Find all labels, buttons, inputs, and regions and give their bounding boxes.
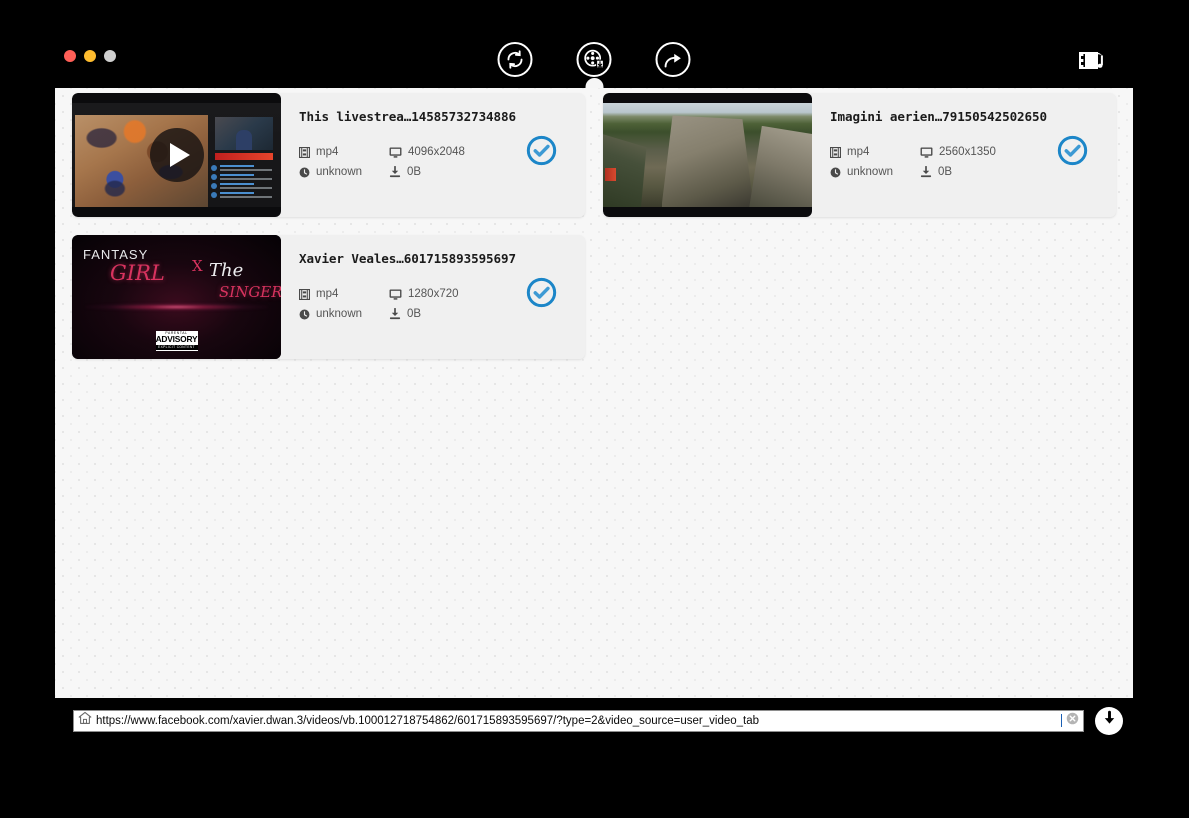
- film-reel-download-icon: [583, 49, 605, 71]
- check-circle-icon: [526, 135, 557, 170]
- monitor-icon: [389, 288, 402, 300]
- download-size-icon: [389, 308, 401, 320]
- cover-text-the: The: [209, 260, 244, 281]
- video-card-info: Imagini aerien…79150542502650 mp4 2560x1…: [812, 93, 1116, 217]
- format-cell: mp4: [830, 146, 920, 158]
- refresh-sync-button[interactable]: [497, 42, 533, 77]
- cover-text-girl: GIRL: [110, 261, 165, 285]
- app-window: This livestrea…14585732734886 mp4 4096x2…: [55, 20, 1133, 698]
- video-title: This livestrea…14585732734886: [299, 109, 516, 124]
- download-arrow-icon: [1101, 710, 1118, 732]
- video-thumbnail[interactable]: FANTASY GIRL X The SINGER PARENTAL ADVIS…: [72, 235, 281, 359]
- resolution-value: 1280x720: [408, 288, 459, 300]
- cover-text-singer: SINGER: [219, 283, 281, 301]
- video-card[interactable]: FANTASY GIRL X The SINGER PARENTAL ADVIS…: [72, 235, 585, 359]
- thumbnail-art-canyon: [603, 103, 812, 207]
- clear-url-button[interactable]: [1066, 712, 1079, 730]
- share-export-button[interactable]: [655, 42, 691, 77]
- clock-icon: [830, 167, 841, 178]
- film-icon: [830, 146, 841, 158]
- duration-value: unknown: [847, 166, 894, 178]
- play-button[interactable]: [149, 128, 204, 182]
- cover-text-fantasy: FANTASY: [83, 247, 149, 262]
- advisory-bottom-text: EXPLICIT CONTENT: [155, 344, 198, 350]
- duration-cell: unknown: [830, 166, 920, 178]
- advisory-main-text: ADVISORY: [155, 334, 198, 345]
- video-title: Xavier Veales…601715893595697: [299, 251, 516, 266]
- home-icon[interactable]: [78, 711, 92, 730]
- minimize-button[interactable]: [84, 50, 96, 62]
- url-text: https://www.facebook.com/xavier.dwan.3/v…: [96, 714, 760, 727]
- monitor-icon: [389, 146, 402, 158]
- download-size-icon: [920, 166, 932, 178]
- comments-list-art: [211, 163, 277, 205]
- webcam-inset-art: [215, 117, 273, 150]
- duration-value: unknown: [316, 308, 363, 320]
- traffic-lights: [64, 50, 116, 62]
- format-value: mp4: [316, 288, 339, 300]
- duration-value: unknown: [316, 166, 363, 178]
- light-flare-art: [84, 303, 269, 312]
- check-circle-icon: [526, 277, 557, 312]
- format-cell: mp4: [299, 288, 389, 300]
- flag-art: [605, 168, 616, 181]
- share-icon: [663, 49, 684, 70]
- select-checkmark-button[interactable]: [526, 135, 557, 166]
- parental-advisory-label: PARENTAL ADVISORY EXPLICIT CONTENT: [155, 330, 198, 351]
- format-cell: mp4: [299, 146, 389, 158]
- video-title: Imagini aerien…79150542502650: [830, 109, 1047, 124]
- format-value: mp4: [316, 146, 339, 158]
- video-card-grid: This livestrea…14585732734886 mp4 4096x2…: [55, 88, 1133, 359]
- format-value: mp4: [847, 146, 870, 158]
- check-circle-icon: [1057, 135, 1088, 170]
- select-checkmark-button[interactable]: [526, 277, 557, 308]
- clock-icon: [299, 309, 310, 320]
- video-card[interactable]: Imagini aerien…79150542502650 mp4 2560x1…: [603, 93, 1116, 217]
- video-thumbnail[interactable]: [603, 93, 812, 217]
- film-icon: [299, 288, 310, 300]
- video-to-audio-button[interactable]: [1077, 50, 1107, 76]
- text-caret: [1061, 714, 1062, 727]
- content-area: This livestrea…14585732734886 mp4 4096x2…: [55, 88, 1133, 698]
- zoom-button[interactable]: [104, 50, 116, 62]
- resolution-value: 2560x1350: [939, 146, 996, 158]
- film-music-icon: [1078, 49, 1106, 78]
- video-card-info: Xavier Veales…601715893595697 mp4 1280x7…: [281, 235, 585, 359]
- video-downloads-button[interactable]: [576, 42, 612, 88]
- url-bar-row: https://www.facebook.com/xavier.dwan.3/v…: [55, 698, 1133, 743]
- filesize-value: 0B: [407, 308, 422, 320]
- download-size-icon: [389, 166, 401, 178]
- thumbnail-art-music-cover: FANTASY GIRL X The SINGER PARENTAL ADVIS…: [72, 235, 281, 359]
- video-card-info: This livestrea…14585732734886 mp4 4096x2…: [281, 93, 585, 217]
- close-button[interactable]: [64, 50, 76, 62]
- titlebar: [55, 20, 1133, 88]
- duration-cell: unknown: [299, 166, 389, 178]
- play-icon: [169, 143, 190, 167]
- clock-icon: [299, 167, 310, 178]
- active-tab-notch: [585, 78, 603, 88]
- resolution-value: 4096x2048: [408, 146, 465, 158]
- channel-logo-art: [786, 186, 805, 197]
- monitor-icon: [920, 146, 933, 158]
- cover-text-x: X: [192, 257, 203, 275]
- latest-comments-banner: [215, 153, 273, 160]
- filesize-value: 0B: [407, 166, 422, 178]
- toolbar-center: [497, 42, 691, 88]
- duration-cell: unknown: [299, 308, 389, 320]
- refresh-icon: [505, 49, 526, 70]
- download-button[interactable]: [1095, 706, 1123, 735]
- film-icon: [299, 146, 310, 158]
- url-input[interactable]: https://www.facebook.com/xavier.dwan.3/v…: [73, 709, 1084, 732]
- select-checkmark-button[interactable]: [1057, 135, 1088, 166]
- filesize-value: 0B: [938, 166, 953, 178]
- video-thumbnail[interactable]: [72, 93, 281, 217]
- video-card[interactable]: This livestrea…14585732734886 mp4 4096x2…: [72, 93, 585, 217]
